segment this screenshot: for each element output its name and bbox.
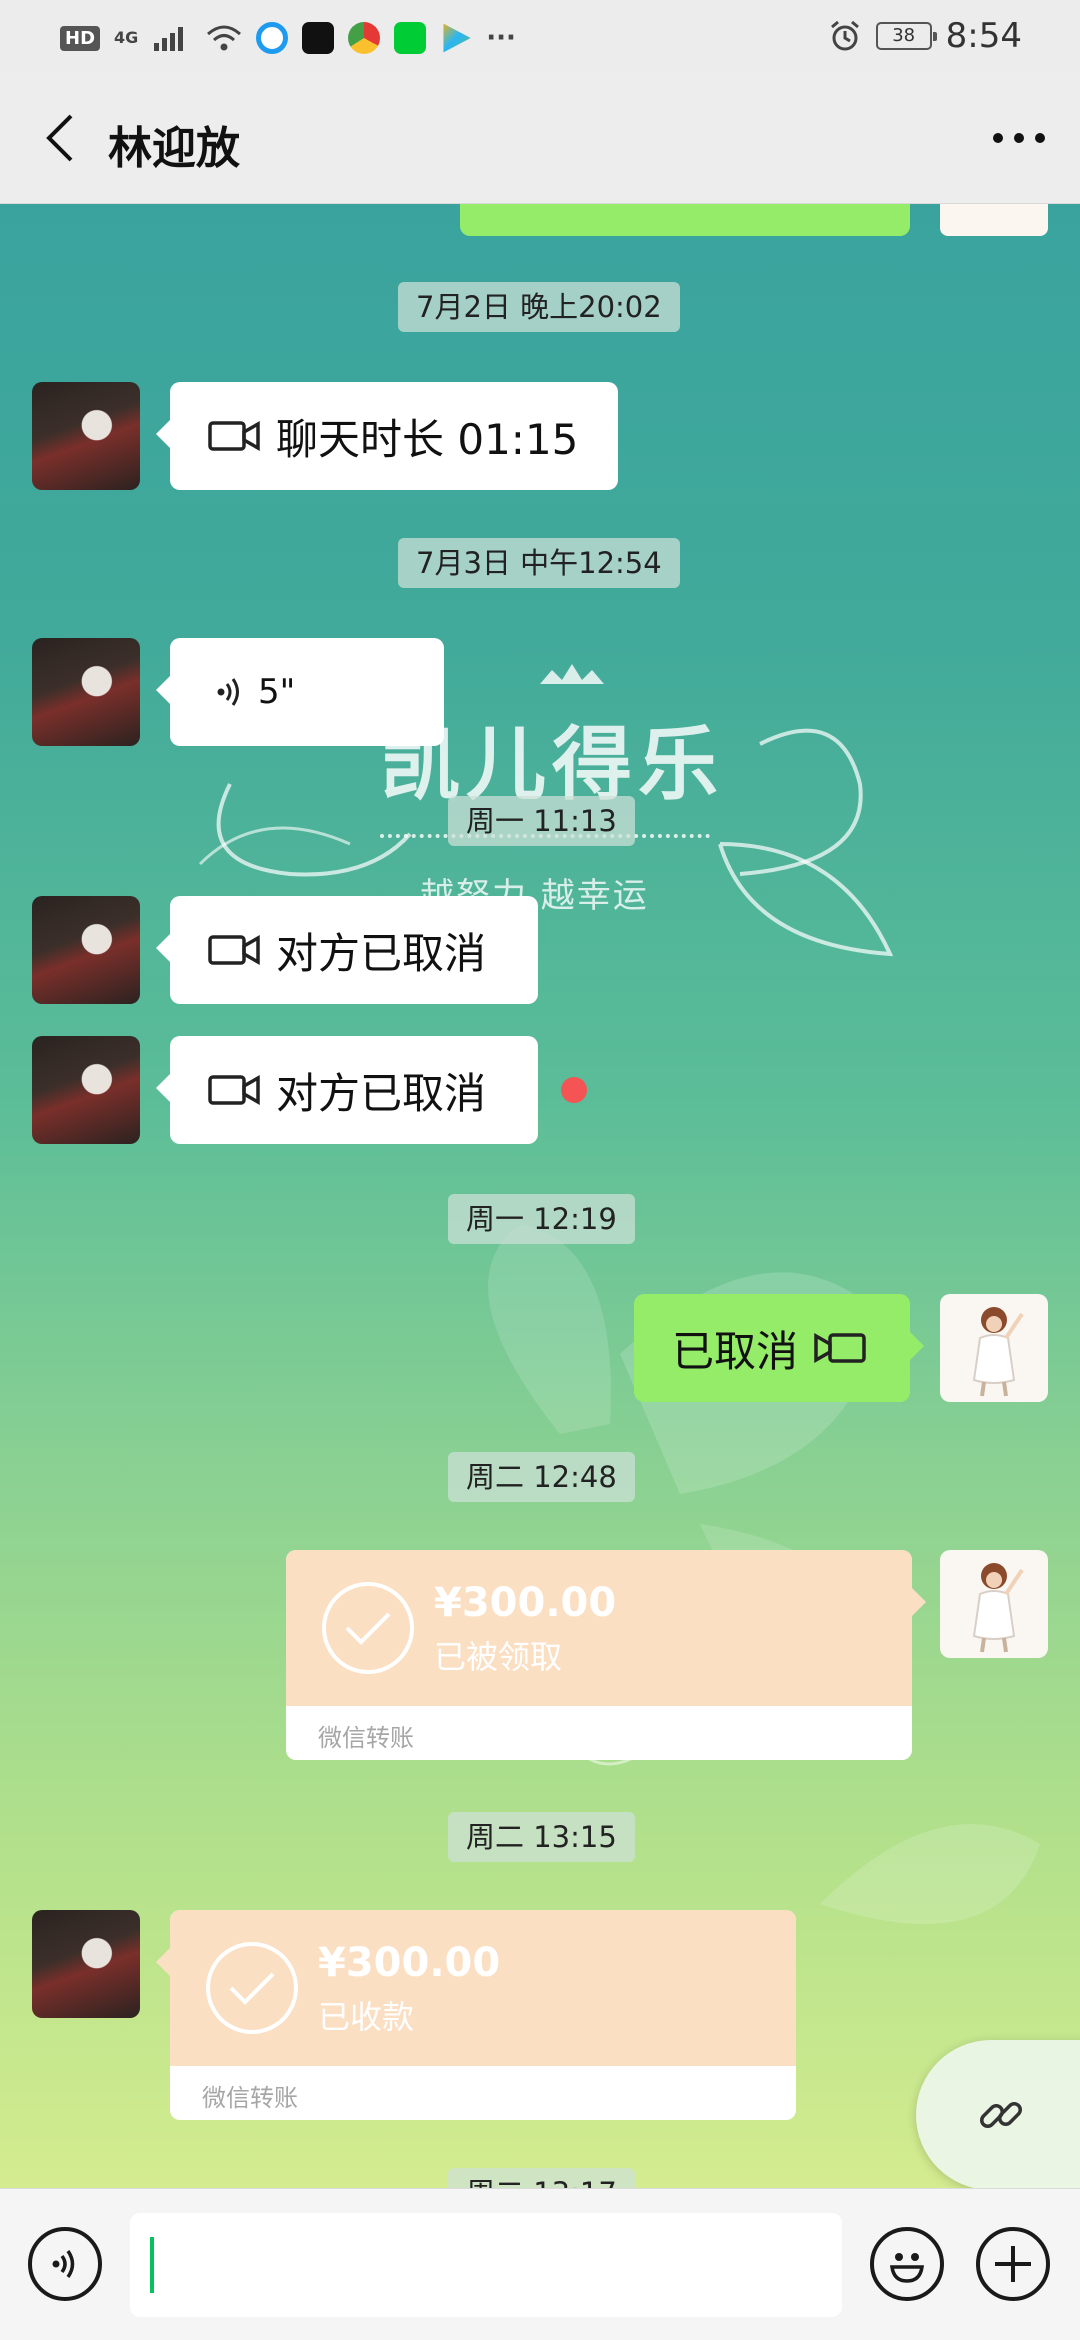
chevron-left-icon [46,114,73,162]
link-icon [980,2102,1022,2128]
transfer-amount: ¥300.00 [434,1580,617,1626]
my-avatar[interactable] [940,204,1048,236]
plus-icon [995,2246,1031,2282]
video-camera-icon [814,1332,866,1364]
message-timestamp: 周二 13:15 [448,1812,635,1862]
contact-avatar[interactable] [32,382,140,490]
video-call-message[interactable]: 对方已取消 [156,1036,538,1144]
voice-duration: 5" [258,672,296,712]
transfer-message-received[interactable]: ¥300.00 已收款 微信转账 [156,1910,796,2120]
video-call-message-sent[interactable]: 已取消 [634,1294,924,1402]
status-bar-right: 38 8:54 [828,16,1022,56]
voice-input-button[interactable] [28,2227,102,2301]
voice-wave-icon [217,678,239,706]
contact-avatar[interactable] [32,896,140,1004]
avatar-girl-illustration [972,1307,1024,1397]
emoji-icon [889,2253,925,2283]
wifi-icon [207,25,242,51]
transfer-label: 微信转账 [318,1724,414,1752]
chat-area[interactable]: 凯儿得乐 越努力 越幸运 7月2日 晚上20:02 聊天时长 01:15 7月3… [0,204,1080,2188]
qq-browser-icon [256,22,289,54]
status-more-indicator: ··· [486,23,516,53]
network-type: 4G [114,28,139,47]
back-button[interactable] [30,108,90,168]
input-bar [0,2188,1080,2340]
contact-avatar[interactable] [32,638,140,746]
transfer-status: 已被领取 [434,1638,563,1676]
my-avatar[interactable] [940,1294,1048,1402]
call-status-text: 对方已取消 [276,928,487,978]
more-functions-button[interactable] [976,2227,1050,2301]
video-camera-icon [208,420,260,452]
message-timestamp: 周一 11:13 [448,796,635,846]
alarm-icon [830,20,859,51]
call-duration-text: 聊天时长 01:15 [276,414,579,464]
transfer-amount: ¥300.00 [318,1940,501,1986]
text-caret [150,2237,154,2293]
transfer-status: 已收款 [318,1998,415,2036]
message-timestamp: 周二 12:48 [448,1452,635,1502]
call-status-text: 已取消 [672,1326,799,1376]
message-input[interactable] [130,2213,842,2317]
video-camera-icon [208,1074,260,1106]
video-camera-icon [208,934,260,966]
tiktok-icon [302,22,335,54]
message-timestamp: 7月2日 晚上20:02 [398,282,680,332]
status-bar-left: HD 4G ··· [60,18,516,58]
message-timestamp: 7月3日 中午12:54 [398,538,680,588]
hd-badge: HD [60,25,101,51]
tencent-video-icon [443,23,471,53]
video-call-message[interactable]: 聊天时长 01:15 [156,382,618,490]
call-status-text: 对方已取消 [276,1068,487,1118]
chat-title: 林迎放 [108,123,240,174]
previous-message-bubble[interactable] [460,204,910,236]
voice-message[interactable]: 5" [156,638,444,746]
voice-icon [52,2250,75,2278]
more-options-button[interactable] [984,108,1054,168]
checkmark-icon [206,1942,298,2034]
contact-avatar[interactable] [32,1910,140,2018]
iqiyi-icon [394,22,427,54]
message-timestamp: 周一 12:19 [448,1194,635,1244]
contact-avatar[interactable] [32,1036,140,1144]
more-dots-icon [993,133,1045,143]
video-call-message[interactable]: 对方已取消 [156,896,538,1004]
status-time: 8:54 [945,16,1022,56]
avatar-girl-illustration [972,1563,1024,1653]
transfer-label: 微信转账 [202,2084,298,2112]
chrome-icon [348,22,381,54]
status-bar: HD 4G ··· 38 8:54 [0,0,1080,72]
transfer-message-sent[interactable]: ¥300.00 已被领取 微信转账 [286,1550,926,1760]
my-avatar[interactable] [940,1550,1048,1658]
battery-indicator: 38 [875,22,937,50]
chat-header: 林迎放 [0,72,1080,204]
checkmark-icon [322,1582,414,1674]
message-timestamp: 周二 13:17 [448,2168,635,2188]
signal-icon [154,27,184,51]
link-float-button[interactable] [916,2040,1080,2188]
unread-dot [561,1077,587,1103]
emoji-button[interactable] [870,2227,944,2301]
